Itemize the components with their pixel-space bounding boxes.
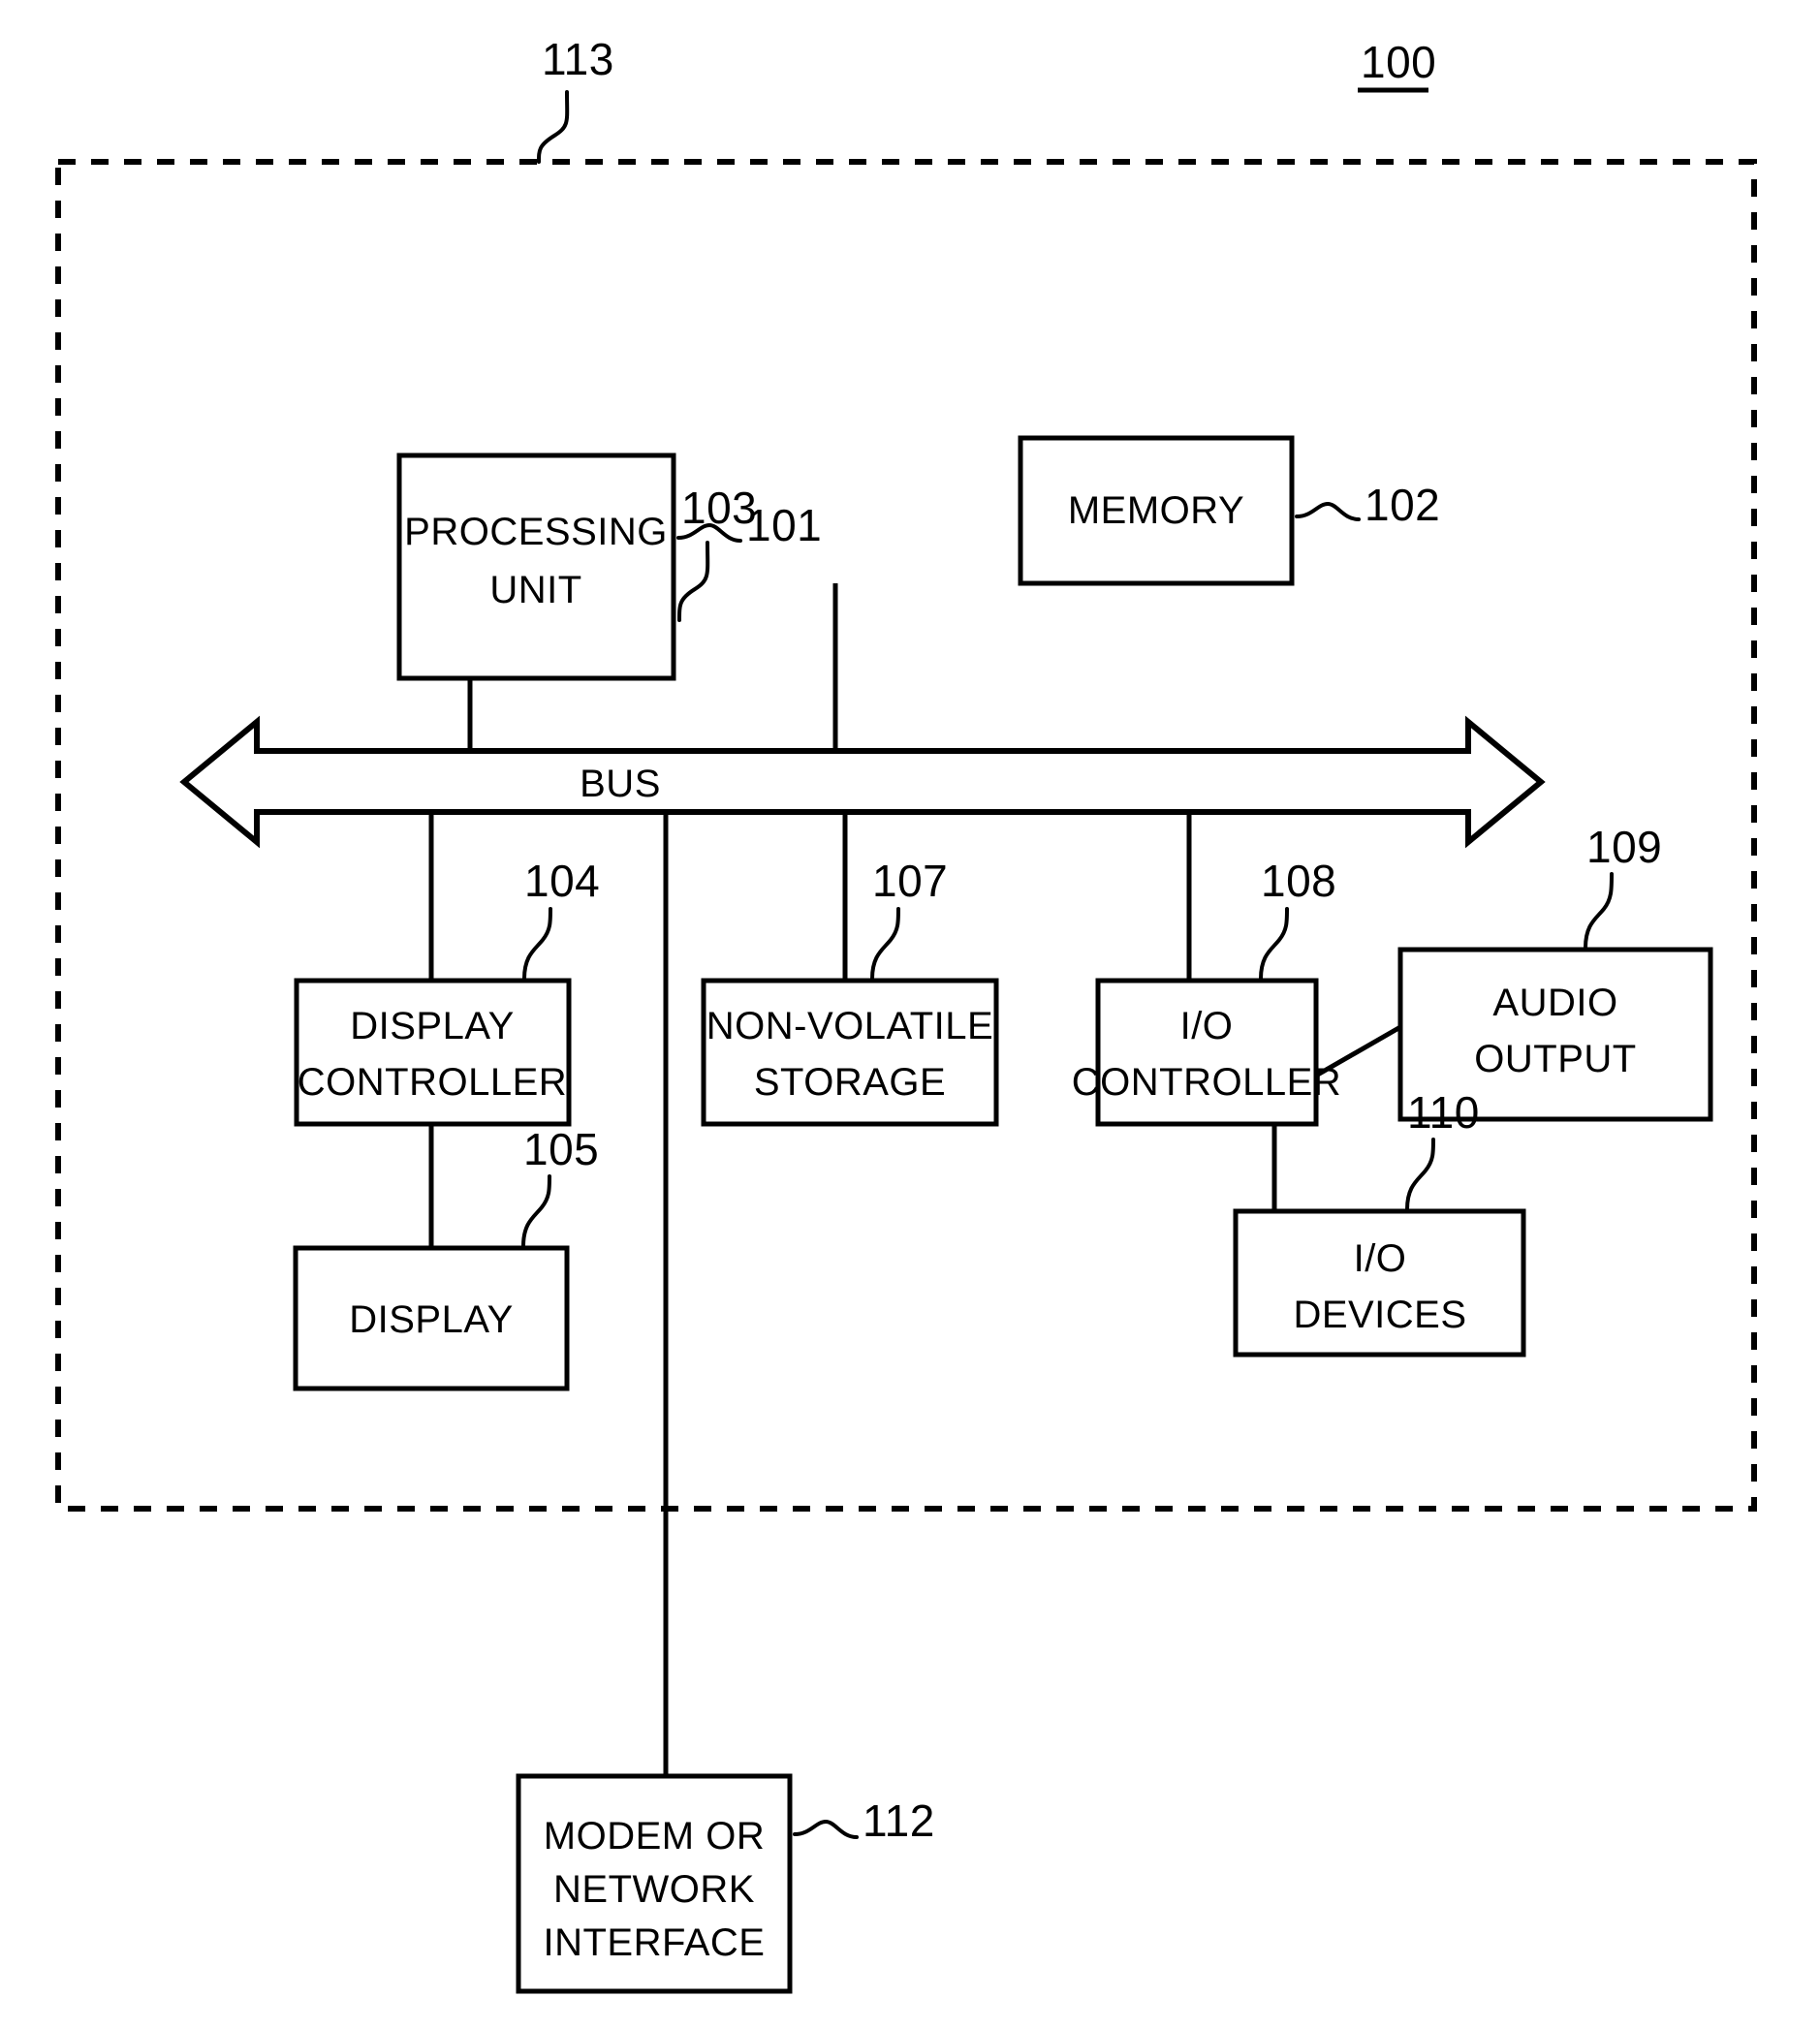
bus-label: BUS [580,763,661,805]
leader-line-103 [677,541,710,622]
display-controller-label-line2: CONTROLLER [298,1061,567,1104]
ref-numeral-102: 102 [1365,480,1440,530]
leader-line-109 [1584,872,1614,950]
block-diagram-canvas: BUS PROCESSING UNIT MEMORY DISPLAY CONTR… [55,34,1757,1994]
ref-numeral-100: 100 [1361,37,1436,87]
io-devices-label-line1: I/O [1354,1237,1407,1280]
io-controller-label-line2: CONTROLLER [1072,1061,1341,1104]
processing-unit-label-line1: PROCESSING [404,511,668,553]
ref-numeral-109: 109 [1586,822,1662,872]
ref-numeral-101: 101 [746,500,822,550]
patent-figure: BUS PROCESSING UNIT MEMORY DISPLAY CONTR… [0,0,1820,2029]
storage-label-line1: NON-VOLATILE [706,1005,993,1047]
storage-label-line2: STORAGE [754,1061,946,1104]
ref-numeral-112: 112 [863,1795,935,1846]
bus-arrow-shape [179,715,1546,849]
audio-output-label-line1: AUDIO [1492,982,1617,1024]
memory-label: MEMORY [1068,489,1244,532]
block-processing-unit [396,453,676,681]
modem-label-line2: NETWORK [553,1868,755,1911]
ref-numeral-104: 104 [524,856,600,906]
leader-line-108 [1259,907,1289,981]
leader-line-110 [1405,1138,1435,1211]
ref-numeral-108: 108 [1261,856,1336,906]
leader-line-105 [521,1174,551,1248]
ref-numeral-113: 113 [542,34,614,84]
leader-line-113 [537,90,570,164]
audio-output-label-line2: OUTPUT [1474,1038,1636,1080]
modem-label-line1: MODEM OR [544,1815,765,1857]
ref-numeral-105: 105 [523,1124,599,1174]
leader-line-107 [870,907,900,981]
leader-line-104 [522,907,552,981]
leader-line-102 [1295,501,1361,521]
ref-numeral-110: 110 [1407,1087,1480,1138]
ref-numeral-107: 107 [872,856,948,906]
io-controller-label-line1: I/O [1180,1005,1234,1047]
modem-label-line3: INTERFACE [544,1921,766,1964]
processing-unit-label-line2: UNIT [489,569,581,611]
ref-numeral-103: 103 [681,483,757,533]
io-devices-label-line2: DEVICES [1293,1294,1466,1336]
leader-line-112 [793,1819,859,1839]
display-controller-label-line1: DISPLAY [350,1005,515,1047]
display-label: DISPLAY [349,1298,514,1341]
